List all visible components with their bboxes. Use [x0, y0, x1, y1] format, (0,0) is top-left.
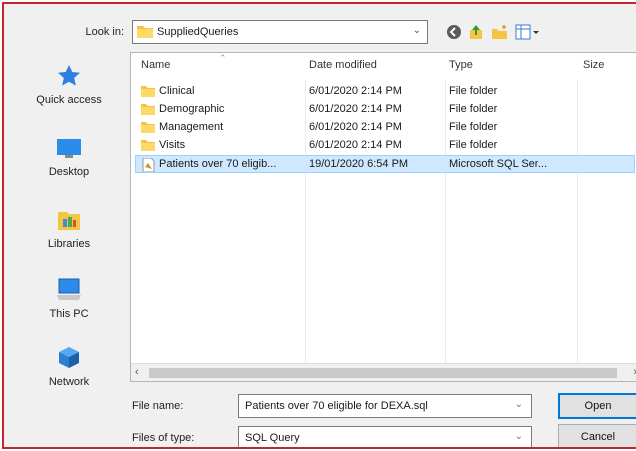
file-name: Clinical	[159, 85, 195, 97]
sort-up-icon: ⌃	[219, 53, 227, 63]
file-type: Microsoft SQL Ser...	[449, 158, 548, 170]
horizontal-scrollbar[interactable]: ‹ ›	[131, 363, 636, 381]
folder-icon	[141, 140, 155, 151]
file-type: File folder	[449, 139, 498, 151]
filetype-label: Files of type:	[132, 432, 195, 444]
places-bar: Quick access Desktop Libraries This PC N…	[14, 52, 124, 412]
scroll-left-icon[interactable]: ‹	[135, 366, 139, 378]
folder-icon	[141, 86, 155, 97]
open-file-dialog: Look in: SuppliedQueries ⌄ Quick access …	[2, 2, 636, 449]
place-quick-access[interactable]: Quick access	[14, 64, 124, 106]
column-header-size[interactable]: Size	[583, 59, 604, 71]
file-date: 6/01/2020 2:14 PM	[309, 85, 402, 97]
column-header-type[interactable]: Type	[449, 59, 473, 71]
chevron-down-icon[interactable]: ⌄	[515, 431, 523, 442]
place-label: Quick access	[36, 94, 102, 106]
list-item[interactable]: Visits 6/01/2020 2:14 PM File folder	[135, 137, 635, 155]
filename-field[interactable]: Patients over 70 eligible for DEXA.sql ⌄	[238, 394, 532, 418]
file-name: Demographic	[159, 103, 225, 115]
view-menu-icon[interactable]	[514, 22, 542, 42]
file-name: Visits	[159, 139, 186, 151]
lookin-value: SuppliedQueries	[157, 26, 239, 38]
file-date: 6/01/2020 2:14 PM	[309, 103, 402, 115]
desktop-icon	[57, 139, 81, 158]
folder-icon	[141, 122, 155, 133]
place-desktop[interactable]: Desktop	[14, 138, 124, 178]
network-icon	[59, 347, 79, 368]
list-item[interactable]: Management 6/01/2020 2:14 PM File folder	[135, 119, 635, 137]
file-date: 6/01/2020 2:14 PM	[309, 139, 402, 151]
new-folder-icon[interactable]	[490, 22, 510, 42]
file-type: File folder	[449, 121, 498, 133]
place-libraries[interactable]: Libraries	[14, 208, 124, 250]
scrollbar-thumb[interactable]	[149, 368, 617, 378]
filename-label: File name:	[132, 400, 184, 412]
file-type: File folder	[449, 103, 498, 115]
filetype-select[interactable]: SQL Query ⌄	[238, 426, 532, 447]
lookin-combo[interactable]: SuppliedQueries ⌄	[132, 20, 428, 44]
list-item[interactable]: Clinical 6/01/2020 2:14 PM File folder	[135, 83, 635, 101]
filetype-value: SQL Query	[245, 432, 300, 444]
filename-value[interactable]: Patients over 70 eligible for DEXA.sql	[245, 400, 428, 412]
column-header-name[interactable]: Name	[141, 59, 170, 71]
file-name: Patients over 70 eligib...	[159, 158, 277, 170]
file-date: 6/01/2020 2:14 PM	[309, 121, 402, 133]
computer-icon	[57, 278, 81, 300]
sql-file-icon	[142, 158, 155, 172]
chevron-down-icon[interactable]: ⌄	[413, 25, 421, 36]
file-name: Management	[159, 121, 224, 133]
list-item-selected[interactable]: Patients over 70 eligib... 19/01/2020 6:…	[135, 155, 635, 173]
cancel-button[interactable]: Cancel	[558, 424, 636, 447]
libraries-icon	[58, 212, 80, 230]
open-button[interactable]: Open	[558, 393, 636, 419]
place-label: Desktop	[48, 166, 90, 178]
place-label: Network	[48, 376, 90, 388]
lookin-label: Look in:	[85, 26, 124, 38]
up-folder-icon[interactable]	[466, 22, 486, 42]
star-icon	[58, 65, 80, 86]
column-header-date[interactable]: Date modified	[309, 59, 377, 71]
folder-icon	[141, 104, 155, 115]
back-icon[interactable]	[444, 22, 464, 42]
place-label: This PC	[49, 308, 89, 320]
chevron-down-icon[interactable]: ⌄	[515, 399, 523, 410]
list-item[interactable]: Demographic 6/01/2020 2:14 PM File folde…	[135, 101, 635, 119]
place-label: Libraries	[47, 238, 91, 250]
file-list[interactable]: Name ⌃ Date modified Type Size Clinical …	[130, 52, 636, 382]
file-date: 19/01/2020 6:54 PM	[309, 158, 409, 170]
folder-icon	[137, 26, 153, 38]
place-network[interactable]: Network	[14, 346, 124, 388]
file-type: File folder	[449, 85, 498, 97]
place-this-pc[interactable]: This PC	[14, 278, 124, 320]
